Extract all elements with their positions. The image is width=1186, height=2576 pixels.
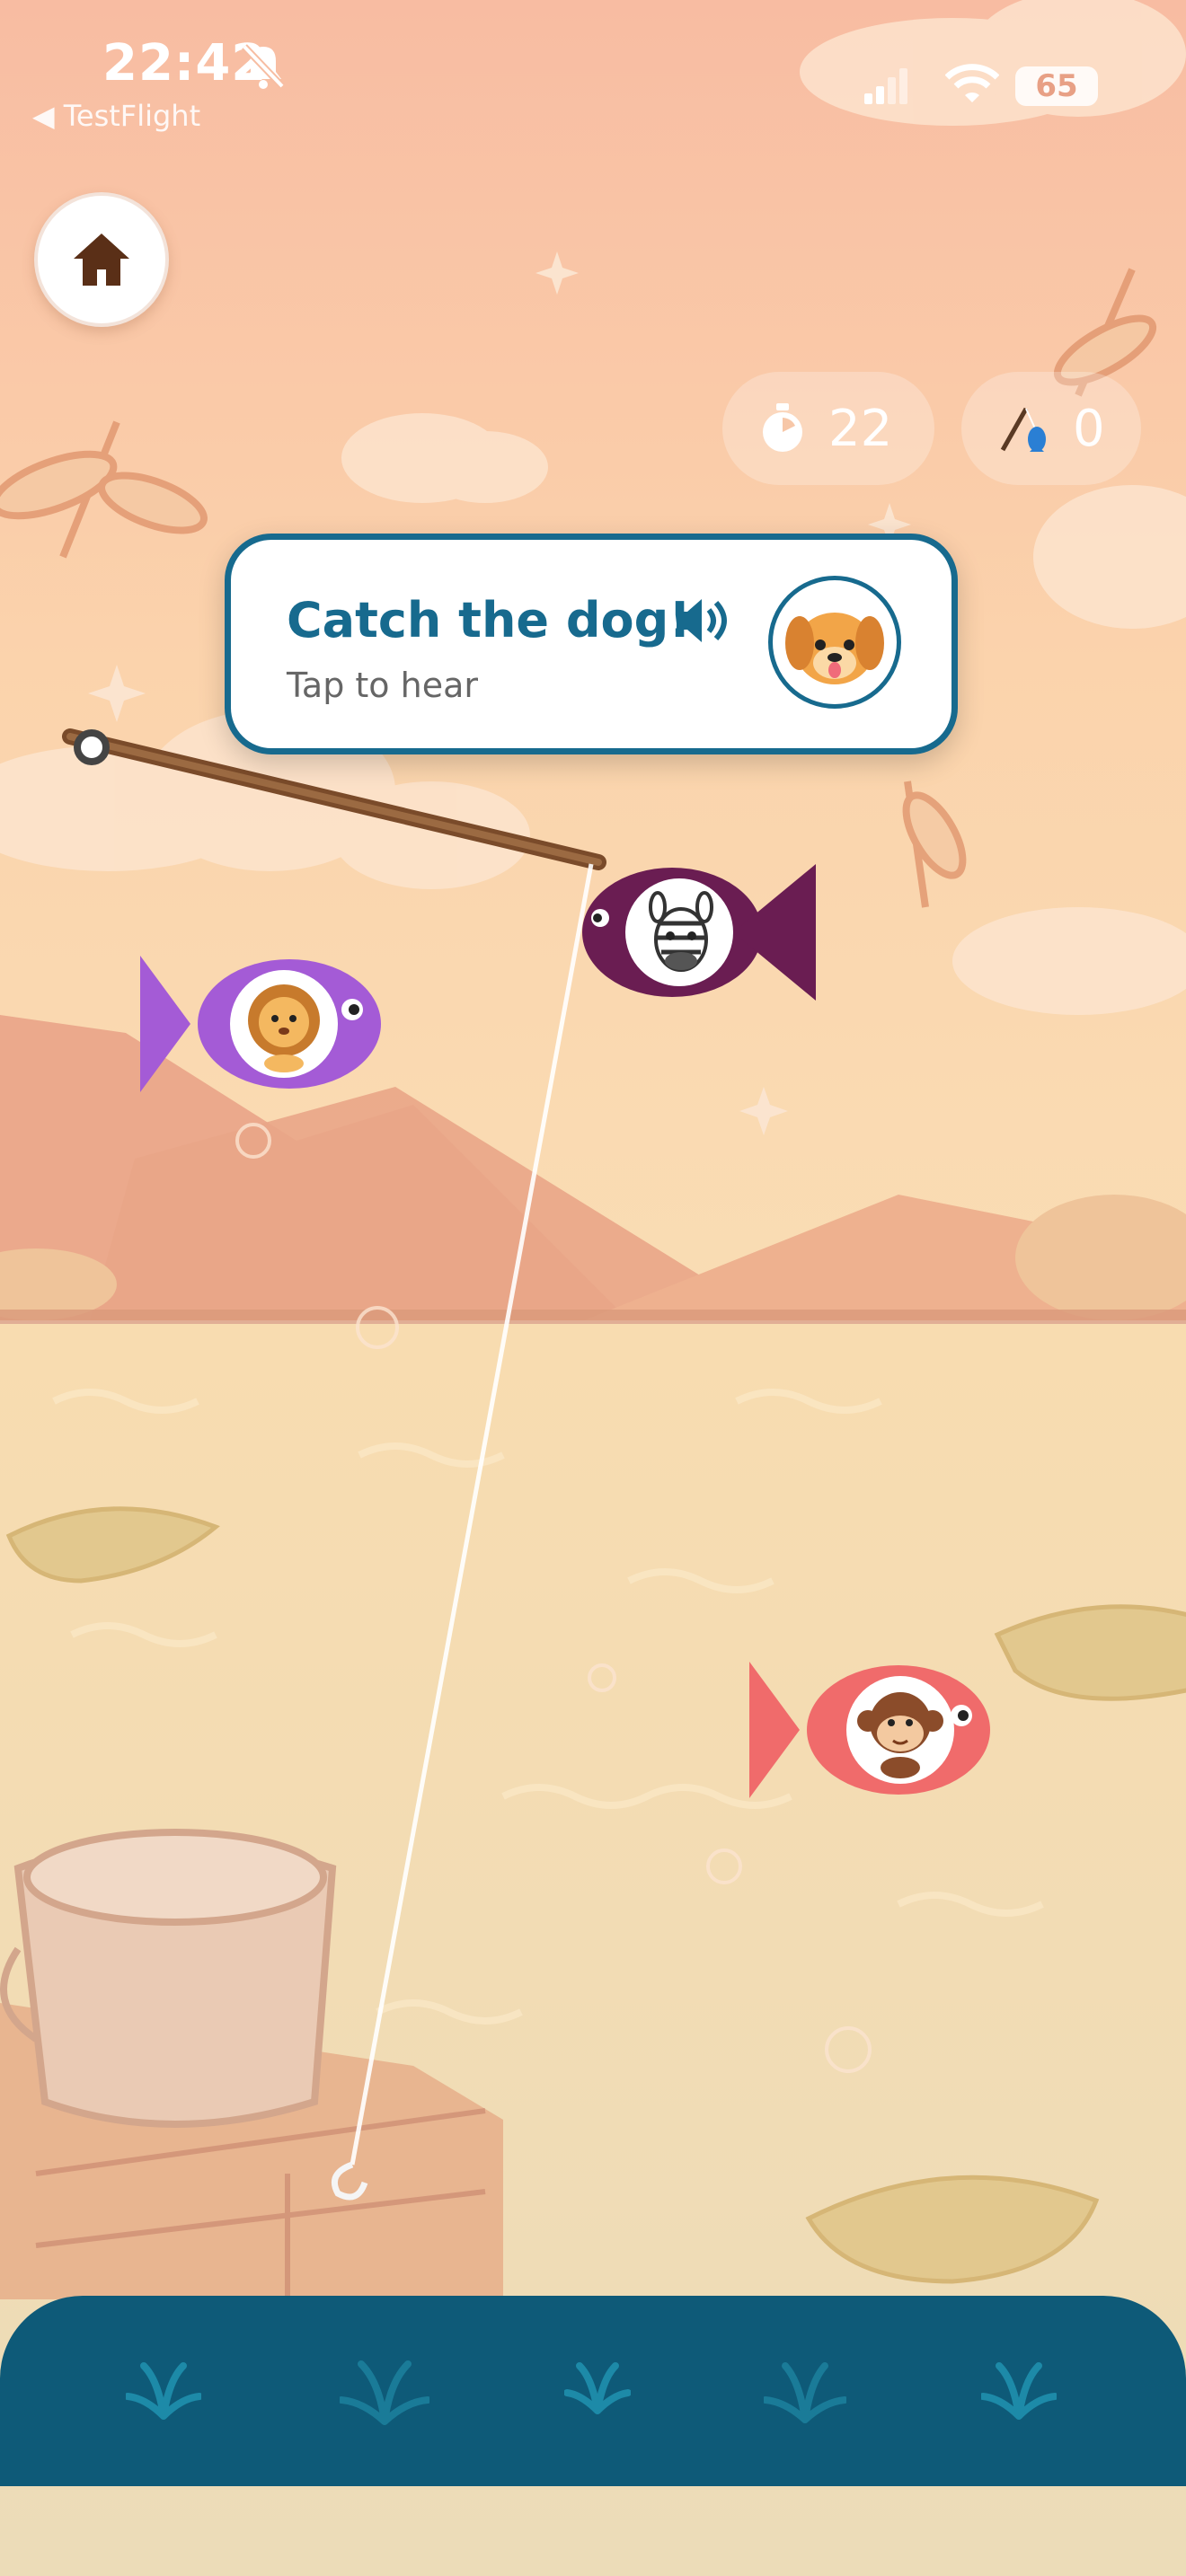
grass-icon <box>764 2362 846 2423</box>
zebra-icon <box>625 878 733 986</box>
wifi-icon <box>945 64 999 102</box>
bell-slash-icon <box>242 44 285 89</box>
back-to-testflight[interactable]: ◀ TestFlight <box>32 99 200 133</box>
monkey-icon <box>846 1676 954 1784</box>
speaker-icon[interactable] <box>673 595 727 646</box>
catch-value: 0 <box>1073 399 1105 458</box>
timer-display: 22 <box>722 372 934 485</box>
grass-icon <box>981 2362 1057 2420</box>
home-button[interactable] <box>34 192 169 327</box>
prompt-title: Catch the dog! <box>287 592 691 648</box>
battery-icon: 65 <box>1015 66 1098 106</box>
dog-avatar <box>768 576 901 709</box>
home-icon <box>74 234 129 286</box>
status-bar: 22:42 ◀ TestFlight 65 <box>0 0 1186 135</box>
grass-icon <box>340 2360 429 2425</box>
fish-zebra[interactable] <box>580 860 818 1004</box>
catch-counter: 0 <box>961 372 1141 485</box>
prompt-subtitle: Tap to hear <box>287 666 479 705</box>
grass-icon <box>564 2362 631 2414</box>
fish-monkey[interactable] <box>749 1658 992 1802</box>
fishing-rod-icon <box>1000 407 1046 452</box>
target-prompt-card[interactable]: Catch the dog! Tap to hear <box>225 534 958 754</box>
dog-icon <box>785 613 884 684</box>
lion-icon <box>230 970 338 1078</box>
fish-lion[interactable] <box>140 952 383 1096</box>
stopwatch-icon <box>763 403 802 452</box>
signal-icon <box>864 68 907 104</box>
grass-icon <box>126 2362 201 2420</box>
timer-value: 22 <box>828 399 893 458</box>
